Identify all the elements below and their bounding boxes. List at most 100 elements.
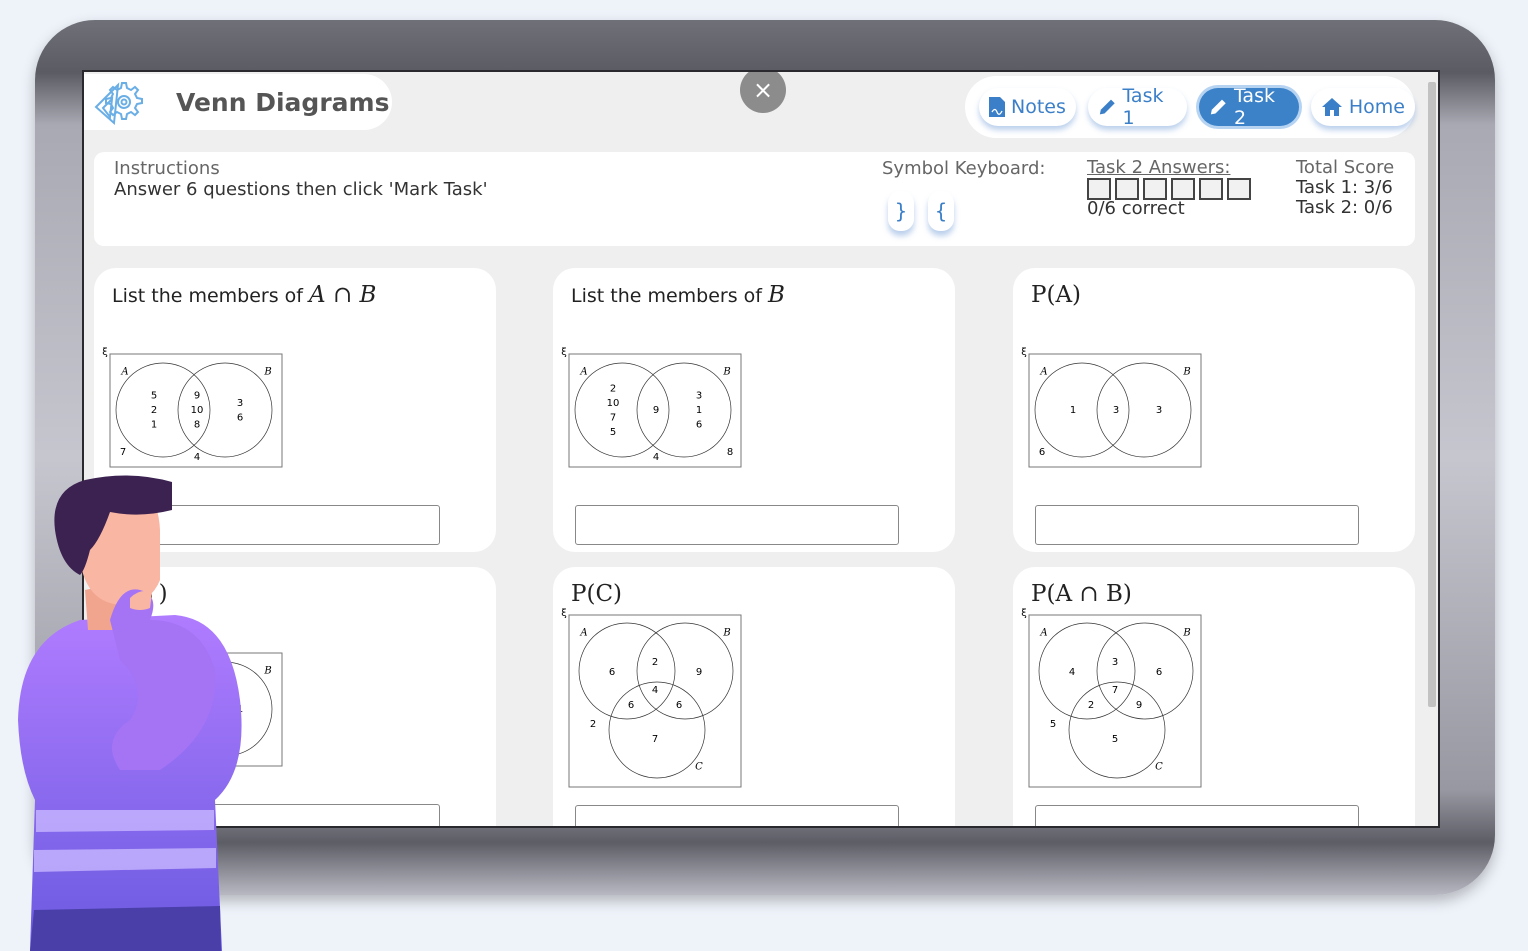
- answer-boxes: [1087, 178, 1251, 200]
- venn-value: 3: [1156, 405, 1162, 416]
- set-label-b: B: [722, 367, 730, 378]
- correct-count: 0/6 correct: [1087, 198, 1185, 219]
- set-label-a: A: [1039, 367, 1047, 378]
- venn-value: 9: [696, 667, 702, 678]
- close-button[interactable]: ×: [740, 72, 786, 113]
- nav-task2-label: Task 2: [1233, 85, 1275, 129]
- venn-outside-value: 7: [120, 447, 126, 458]
- pencil-icon: [1099, 99, 1115, 115]
- score-task2: Task 2: 0/6: [1296, 197, 1393, 218]
- venn-value: 3: [237, 398, 243, 409]
- answer-input[interactable]: [1035, 505, 1359, 545]
- thinking-person-illustration: [18, 475, 242, 951]
- venn-outside-value: 5: [1050, 719, 1056, 730]
- nav-home-label: Home: [1348, 96, 1405, 118]
- question-math: A ∩ B: [309, 282, 377, 308]
- pencil-icon: [1211, 99, 1227, 115]
- xi-symbol: ξ: [561, 347, 567, 358]
- venn-value: 10: [607, 398, 620, 409]
- venn-value: 5: [610, 427, 616, 438]
- nav-notes-button[interactable]: Notes: [979, 88, 1076, 126]
- venn-outside-value: 4: [194, 452, 200, 463]
- key-close-brace[interactable]: }: [888, 191, 914, 231]
- answers-label: Task 2 Answers:: [1087, 157, 1231, 178]
- nav-task1-label: Task 1: [1122, 85, 1164, 129]
- question-math: P(C): [571, 581, 623, 607]
- nav-notes-label: Notes: [1011, 96, 1066, 118]
- venn-value: 3: [1112, 657, 1118, 668]
- answer-box: [1171, 178, 1195, 200]
- venn-value: 1: [696, 405, 702, 416]
- xi-symbol: ξ: [102, 347, 108, 358]
- venn-diagram: ξ A B C 4 3 6 7 2 9 5 5: [1021, 608, 1202, 788]
- nav-home-button[interactable]: Home: [1310, 88, 1415, 126]
- question-text: P(A): [1031, 282, 1081, 308]
- set-label-b: B: [263, 666, 271, 677]
- question-math: B: [768, 282, 785, 308]
- venn-value: 6: [676, 700, 682, 711]
- venn-outside-value: 6: [1039, 447, 1045, 458]
- scrollbar[interactable]: [1428, 82, 1436, 707]
- set-label-a: A: [1039, 628, 1047, 639]
- symbol-keyboard: Symbol Keyboard: } {: [882, 158, 1045, 231]
- answer-input[interactable]: [1035, 805, 1359, 826]
- set-label-a: A: [579, 628, 587, 639]
- question-text: List the members of B: [571, 282, 785, 308]
- gear-ruler-icon: [94, 82, 143, 126]
- set-b-circle: [636, 622, 734, 720]
- answer-box: [1143, 178, 1167, 200]
- nav-task1-button[interactable]: Task 1: [1087, 85, 1188, 129]
- set-label-c: C: [695, 762, 703, 773]
- venn-diagram: ξ A B 5 2 1 9 10 8 3 6 7 4: [102, 347, 283, 468]
- set-label-b: B: [722, 628, 730, 639]
- xi-symbol: ξ: [561, 608, 567, 619]
- venn-diagram: ξ A B 2 10 7 5 9 3 1 6 4 8: [561, 347, 742, 468]
- instructions-label: Instructions: [114, 158, 220, 179]
- set-c-circle: [608, 681, 706, 779]
- app-title: Venn Diagrams: [176, 87, 390, 117]
- close-icon: ×: [752, 76, 774, 104]
- answer-input[interactable]: [575, 805, 899, 826]
- question-text: List the members of A ∩ B: [112, 282, 376, 308]
- venn-value: 1: [151, 420, 157, 431]
- venn-value: 7: [1112, 685, 1118, 696]
- document-icon: [989, 97, 1005, 117]
- venn-value: 2: [652, 657, 658, 668]
- universal-set-box: [1028, 614, 1202, 788]
- venn-diagram: ξ A B C 6 2 9 4 6 6 7 2: [561, 608, 742, 788]
- answer-input[interactable]: [575, 505, 899, 545]
- question-card: List the members of Bξ A B 2 10 7 5 9 3 1 6 4 8: [553, 268, 955, 552]
- venn-value: 6: [237, 412, 243, 423]
- question-card: P(C) ξ A B C 6 2 9 4 6 6 7 2: [553, 567, 955, 826]
- venn-value: 5: [151, 391, 157, 402]
- xi-symbol: ξ: [1021, 608, 1027, 619]
- question-prefix: List the members of: [571, 285, 769, 307]
- venn-value: 6: [696, 420, 702, 431]
- venn-value: 9: [194, 391, 200, 402]
- venn-outside-value: 2: [590, 719, 596, 730]
- score-label: Total Score: [1296, 157, 1395, 178]
- set-label-a: A: [579, 367, 587, 378]
- instructions-text: Answer 6 questions then click 'Mark Task…: [114, 179, 488, 200]
- universal-set-box: [568, 614, 742, 788]
- venn-value: 2: [151, 405, 157, 416]
- key-open-brace[interactable]: {: [928, 191, 954, 231]
- set-c-circle: [1068, 681, 1166, 779]
- question-math: P(A ∩ B): [1031, 581, 1132, 607]
- venn-value: 1: [1070, 405, 1076, 416]
- venn-value: 5: [1112, 734, 1118, 745]
- question-card: P(A) ξ A B 1 3 3 6: [1013, 268, 1415, 552]
- venn-value: 6: [1156, 667, 1162, 678]
- nav-task2-button[interactable]: Task 2: [1199, 85, 1299, 129]
- task-answers: Task 2 Answers: 0/6 correct: [1087, 158, 1251, 218]
- venn-value: 7: [652, 734, 658, 745]
- answer-box: [1227, 178, 1251, 200]
- answer-box: [1115, 178, 1139, 200]
- set-label-b: B: [263, 367, 271, 378]
- venn-value: 6: [609, 667, 615, 678]
- set-label-b: B: [1182, 367, 1190, 378]
- venn-value: 2: [1088, 700, 1094, 711]
- set-label-b: B: [1182, 628, 1190, 639]
- venn-outside-value: 8: [727, 447, 733, 458]
- venn-value: 10: [191, 405, 204, 416]
